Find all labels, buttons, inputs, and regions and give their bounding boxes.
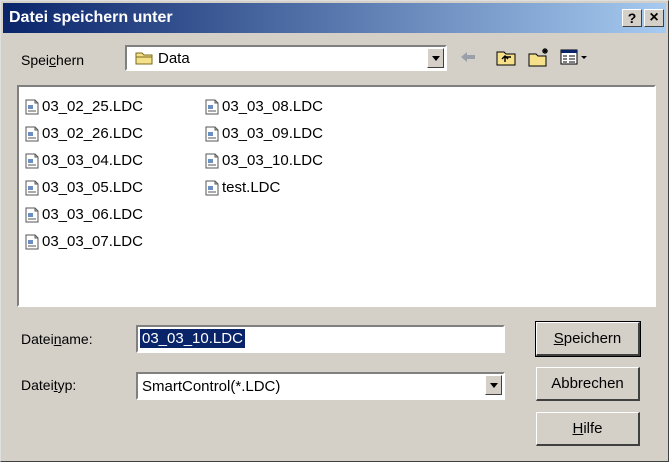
- view-menu-button[interactable]: [559, 46, 589, 68]
- file-name: 03_02_26.LDC: [42, 125, 143, 142]
- document-icon: [25, 126, 39, 142]
- document-icon: [205, 99, 219, 115]
- document-icon: [205, 153, 219, 169]
- file-name: 03_03_08.LDC: [222, 98, 323, 115]
- file-list-column-1: 03_02_25.LDC 03_02_26.LDC 03_03_04.LDC 03_0…: [25, 93, 143, 255]
- file-name: 03_03_09.LDC: [222, 125, 323, 142]
- new-folder-button[interactable]: [528, 46, 550, 68]
- document-icon: [25, 99, 39, 115]
- filename-label: Dateiname:: [21, 331, 93, 347]
- filetype-combo[interactable]: SmartControl(*.LDC): [136, 372, 505, 400]
- file-name: 03_03_07.LDC: [42, 233, 143, 250]
- close-button[interactable]: ×: [644, 9, 664, 27]
- help-title-button[interactable]: ?: [622, 9, 642, 27]
- filetype-value: SmartControl(*.LDC): [142, 378, 281, 395]
- file-item[interactable]: 03_03_05.LDC: [25, 174, 143, 201]
- up-folder-button[interactable]: [495, 46, 517, 68]
- file-name: 03_02_25.LDC: [42, 98, 143, 115]
- file-item[interactable]: 03_03_08.LDC: [205, 93, 323, 120]
- document-icon: [205, 126, 219, 142]
- new-folder-icon: [528, 48, 548, 67]
- document-icon: [205, 180, 219, 196]
- up-folder-icon: [496, 51, 516, 66]
- save-button[interactable]: Speichern: [535, 321, 641, 357]
- file-name: 03_03_06.LDC: [42, 206, 143, 223]
- file-name: 03_03_04.LDC: [42, 152, 143, 169]
- file-name: 03_03_10.LDC: [222, 152, 323, 169]
- document-icon: [25, 180, 39, 196]
- filetype-label: Dateityp:: [21, 377, 77, 393]
- back-arrow-icon: [461, 52, 475, 62]
- document-icon: [25, 153, 39, 169]
- document-icon: [25, 207, 39, 223]
- help-button[interactable]: Hilfe: [536, 412, 640, 446]
- file-item[interactable]: 03_03_04.LDC: [25, 147, 143, 174]
- filename-input[interactable]: 03_03_10.LDC: [136, 325, 505, 353]
- cancel-button[interactable]: Abbrechen: [536, 367, 640, 401]
- dialog-title: Datei speichern unter: [9, 9, 173, 26]
- file-item[interactable]: 03_02_25.LDC: [25, 93, 143, 120]
- filename-value: 03_03_10.LDC: [140, 329, 245, 348]
- file-list[interactable]: 03_02_25.LDC 03_02_26.LDC 03_03_04.LDC 03_0…: [17, 85, 656, 307]
- save-as-dialog: Datei speichern unter ? × Speichern Data: [0, 0, 669, 462]
- file-item[interactable]: 03_03_09.LDC: [205, 120, 323, 147]
- file-name: 03_03_05.LDC: [42, 179, 143, 196]
- folder-icon: [135, 52, 153, 65]
- save-in-label: Speichern: [21, 52, 85, 68]
- file-item[interactable]: 03_03_06.LDC: [25, 201, 143, 228]
- view-menu-icon: [560, 49, 587, 65]
- file-item[interactable]: 03_03_07.LDC: [25, 228, 143, 255]
- file-list-column-2: 03_03_08.LDC 03_03_09.LDC 03_03_10.LDCtest…: [205, 93, 323, 201]
- file-item[interactable]: 03_03_10.LDC: [205, 147, 323, 174]
- title-bar[interactable]: Datei speichern unter ? ×: [3, 3, 666, 33]
- file-item[interactable]: 03_02_26.LDC: [25, 120, 143, 147]
- file-name: test.LDC: [222, 179, 281, 196]
- save-in-dropdown-button[interactable]: [427, 48, 444, 68]
- back-button[interactable]: [457, 46, 479, 68]
- document-icon: [25, 234, 39, 250]
- save-in-combo[interactable]: Data: [125, 45, 447, 71]
- filetype-dropdown-button[interactable]: [485, 375, 502, 395]
- save-in-value: Data: [158, 50, 190, 67]
- file-item[interactable]: test.LDC: [205, 174, 323, 201]
